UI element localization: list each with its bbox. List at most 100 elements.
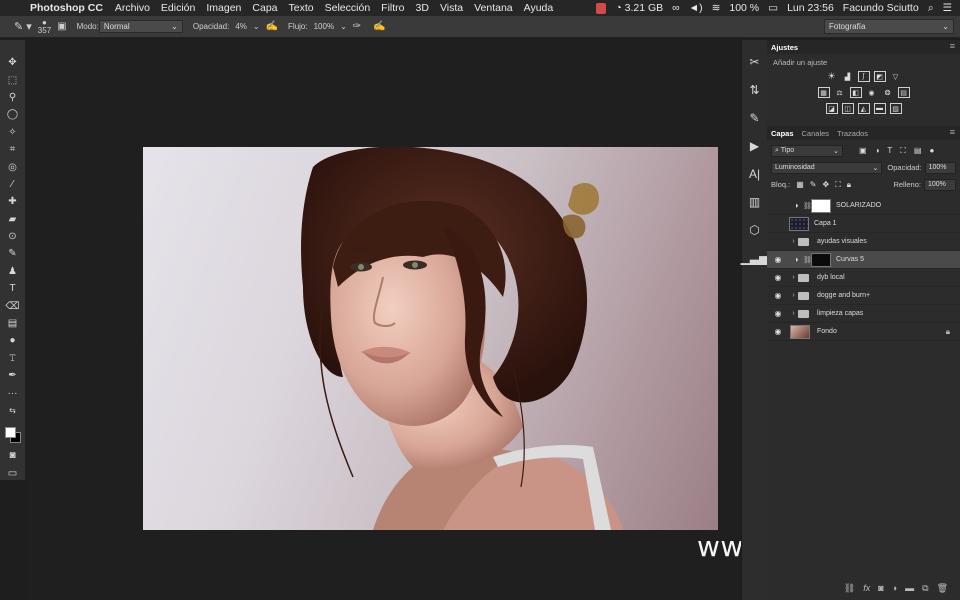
- chevron-right-icon[interactable]: ›: [789, 292, 798, 299]
- clone-stamp-tool-icon[interactable]: ♟: [4, 265, 22, 278]
- opacity-dropdown-icon[interactable]: ⌄: [253, 22, 260, 31]
- layer-mask-thumbnail[interactable]: [811, 198, 831, 213]
- chevron-right-icon[interactable]: ›: [789, 274, 798, 281]
- menu-filtro[interactable]: Filtro: [381, 2, 404, 14]
- dodge-tool-icon[interactable]: ●: [4, 334, 22, 347]
- actions-play-icon[interactable]: ▶: [746, 138, 764, 154]
- menu-seleccion[interactable]: Selección: [325, 2, 371, 14]
- wifi-icon[interactable]: ≋: [712, 2, 721, 14]
- layer-fondo[interactable]: ◉ Fondo 🔒︎: [767, 323, 960, 341]
- vertical-type-tool-icon[interactable]: 𝚃: [4, 352, 22, 365]
- filter-shape-icon[interactable]: ⛶: [900, 146, 906, 156]
- brush-tool-preset-icon[interactable]: ✎ ▾: [14, 20, 32, 33]
- lock-transparency-icon[interactable]: ▦: [796, 180, 804, 190]
- more-tools-icon[interactable]: ···: [4, 386, 22, 399]
- visibility-eye-icon[interactable]: ◉: [770, 291, 786, 300]
- link-layers-icon[interactable]: ⛓: [844, 583, 855, 594]
- pen-tool-icon[interactable]: ✒: [4, 369, 22, 382]
- color-lookup-icon[interactable]: ▤: [897, 87, 910, 98]
- delete-layer-icon[interactable]: 🗑︎: [937, 583, 948, 594]
- levels-icon[interactable]: ▟: [842, 71, 854, 82]
- color-balance-icon[interactable]: ⚖: [834, 87, 846, 98]
- chevron-right-icon[interactable]: ›: [789, 238, 798, 245]
- menu-edicion[interactable]: Edición: [161, 2, 195, 14]
- exposure-icon[interactable]: ◩: [873, 71, 886, 82]
- screen-mode-icon[interactable]: ▭: [4, 466, 22, 479]
- tab-canales[interactable]: Canales: [802, 129, 830, 138]
- lasso-tool-icon[interactable]: ◯: [4, 108, 22, 121]
- invert-icon[interactable]: ◪: [825, 103, 838, 114]
- menu-app-name[interactable]: Photoshop CC: [30, 2, 103, 14]
- posterize-icon[interactable]: ◫: [841, 103, 854, 114]
- brush-settings-toggle-icon[interactable]: ▣: [57, 21, 66, 32]
- status-app-icon[interactable]: [596, 2, 607, 14]
- fill-value[interactable]: 100%: [924, 178, 956, 191]
- zoom-tool-icon[interactable]: ⚲: [4, 91, 22, 104]
- menu-vista[interactable]: Vista: [440, 2, 463, 14]
- red-eye-tool-icon[interactable]: ⊙: [4, 230, 22, 243]
- volume-icon[interactable]: ◄): [689, 2, 703, 14]
- layer-thumbnail[interactable]: [789, 216, 809, 231]
- crop-tool-icon[interactable]: ⌗: [4, 143, 22, 156]
- opacity-value[interactable]: 4%: [235, 22, 247, 31]
- layer-dyb-local[interactable]: ◉ › dyb local: [767, 269, 960, 287]
- flow-dropdown-icon[interactable]: ⌄: [340, 22, 347, 31]
- document-photo[interactable]: [143, 147, 718, 530]
- menu-ayuda[interactable]: Ayuda: [524, 2, 554, 14]
- swap-colors-icon[interactable]: ⇆: [4, 404, 22, 417]
- lock-position-icon[interactable]: ✥: [822, 180, 829, 190]
- tab-capas[interactable]: Capas: [771, 129, 794, 138]
- new-group-icon[interactable]: ▬: [905, 583, 914, 594]
- airbrush-icon[interactable]: ✑: [353, 21, 361, 32]
- memory-status[interactable]: ◔ 3.21 GB: [615, 2, 663, 14]
- new-adjustment-icon[interactable]: ◑: [892, 583, 897, 594]
- menu-ventana[interactable]: Ventana: [474, 2, 513, 14]
- filter-adjustment-icon[interactable]: ◑: [875, 146, 880, 156]
- marquee-tool-icon[interactable]: ⬚: [4, 73, 22, 86]
- brush-settings-icon[interactable]: ✎: [746, 110, 764, 126]
- frame-tool-icon[interactable]: ◎: [4, 160, 22, 173]
- filter-smart-object-icon[interactable]: ▤: [914, 146, 922, 156]
- gradient-map-icon[interactable]: ▬: [873, 103, 886, 114]
- lock-pixels-icon[interactable]: ✎: [810, 180, 817, 190]
- histogram-icon[interactable]: ▁▃▅: [741, 250, 769, 266]
- pressure-size-icon[interactable]: ✍: [373, 21, 385, 32]
- menu-archivo[interactable]: Archivo: [115, 2, 150, 14]
- filter-pixel-icon[interactable]: ▣: [859, 146, 867, 156]
- selective-color-icon[interactable]: ▨: [889, 103, 902, 114]
- spotlight-search-icon[interactable]: ⌕: [928, 2, 934, 15]
- layer-thumbnail[interactable]: [790, 324, 810, 339]
- link-icon[interactable]: ⛓: [803, 256, 812, 264]
- chevron-right-icon[interactable]: ›: [789, 310, 798, 317]
- character-icon[interactable]: A|: [746, 166, 764, 182]
- healing-brush-tool-icon[interactable]: ✚: [4, 195, 22, 208]
- hue-saturation-icon[interactable]: ▦: [817, 87, 830, 98]
- filter-type-icon[interactable]: T: [887, 146, 892, 156]
- workspace-select[interactable]: Fotografía ⌄: [824, 19, 954, 34]
- patch-tool-icon[interactable]: ▰: [4, 213, 22, 226]
- history-icon[interactable]: ⇅: [746, 82, 764, 98]
- channel-mixer-icon[interactable]: ❂: [882, 87, 894, 98]
- tab-ajustes[interactable]: Ajustes: [771, 43, 798, 52]
- layer-curvas-5[interactable]: ◉ ◑ ⛓ Curvas 5: [767, 251, 960, 269]
- quick-selection-tool-icon[interactable]: ✧: [4, 126, 22, 139]
- layer-style-fx-icon[interactable]: fx: [863, 583, 870, 594]
- visibility-eye-icon[interactable]: ◉: [770, 327, 786, 336]
- flow-value[interactable]: 100%: [314, 22, 334, 31]
- link-icon[interactable]: ⛓: [803, 202, 812, 210]
- foreground-color-swatch[interactable]: [4, 427, 16, 439]
- tool-presets-icon[interactable]: ✂: [746, 54, 764, 70]
- quick-mask-icon[interactable]: ◙: [4, 449, 22, 462]
- panel-menu-icon[interactable]: ≡: [950, 41, 955, 51]
- layer-ayudas-visuales[interactable]: › ayudas visuales: [767, 233, 960, 251]
- properties-icon[interactable]: ▥: [746, 194, 764, 210]
- type-tool-icon[interactable]: T: [4, 282, 22, 295]
- 3d-icon[interactable]: ⬡: [746, 222, 764, 238]
- visibility-eye-icon[interactable]: ◉: [770, 309, 786, 318]
- brightness-contrast-icon[interactable]: ☀: [826, 71, 838, 82]
- layer-dogge-and-burn[interactable]: ◉ › dogge and burn+: [767, 287, 960, 305]
- photo-filter-icon[interactable]: ◉: [866, 87, 878, 98]
- creative-cloud-icon[interactable]: ∞: [672, 2, 680, 14]
- lock-artboard-icon[interactable]: ⛶: [835, 180, 841, 190]
- layer-capa-1[interactable]: Capa 1: [767, 215, 960, 233]
